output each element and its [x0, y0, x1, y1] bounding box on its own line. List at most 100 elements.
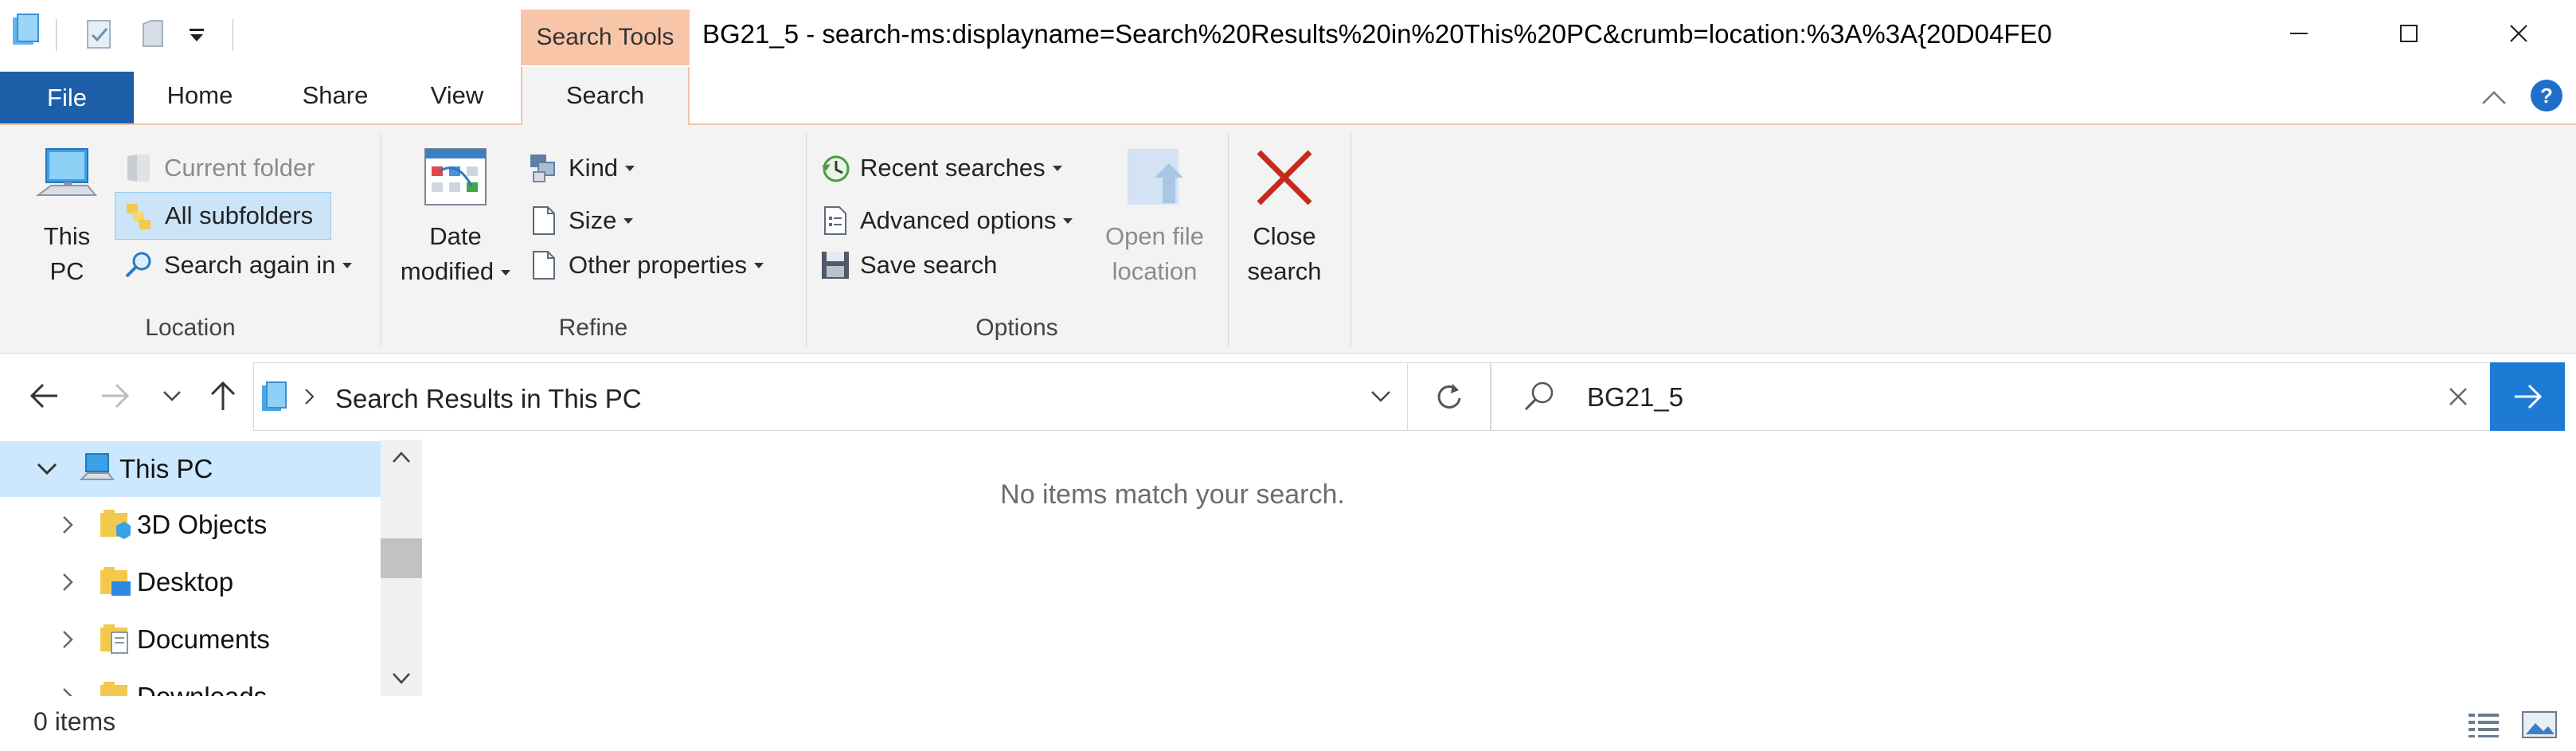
- search-field[interactable]: [1491, 362, 2491, 431]
- chevron-right-icon[interactable]: [56, 628, 80, 651]
- customize-qat-dropdown-icon[interactable]: [188, 27, 205, 47]
- this-pc-button[interactable]: This PC: [19, 146, 115, 289]
- recent-searches-label: Recent searches: [860, 154, 1046, 182]
- recent-locations-button[interactable]: [158, 378, 186, 413]
- kind-label: Kind: [569, 154, 619, 182]
- properties-check-icon[interactable]: [86, 19, 113, 53]
- address-bar[interactable]: Search Results in This PC: [253, 362, 1408, 431]
- chevron-down-icon[interactable]: [35, 457, 59, 481]
- search-location-icon: [259, 381, 291, 418]
- open-file-location-button[interactable]: Open file location: [1096, 146, 1214, 289]
- search-input[interactable]: [1587, 377, 2304, 417]
- address-history-dropdown[interactable]: [1369, 387, 1393, 410]
- advanced-options-button[interactable]: Advanced options: [820, 201, 1073, 240]
- save-search-button[interactable]: Save search: [820, 246, 997, 284]
- computer-icon: [36, 148, 98, 196]
- help-button[interactable]: ?: [2529, 78, 2564, 113]
- breadcrumb-separator-icon[interactable]: [302, 385, 318, 412]
- arrow-left-icon: [29, 383, 57, 409]
- tab-view[interactable]: View: [417, 67, 497, 124]
- minimize-ribbon-button[interactable]: [2478, 83, 2510, 111]
- other-properties-button[interactable]: Other properties: [529, 246, 764, 284]
- forward-button[interactable]: [94, 378, 135, 413]
- large-icons-view-icon: [2522, 711, 2557, 738]
- details-view-button[interactable]: [2467, 710, 2502, 739]
- tree-item-this-pc[interactable]: This PC: [0, 441, 381, 497]
- all-subfolders-label: All subfolders: [165, 201, 314, 229]
- arrow-right-icon: [2515, 384, 2543, 409]
- tree-item-label: Downloads: [137, 682, 267, 696]
- chevron-right-icon[interactable]: [56, 513, 80, 537]
- current-folder-label: Current folder: [164, 154, 315, 182]
- all-subfolders-icon: [125, 201, 155, 231]
- advanced-options-label: Advanced options: [860, 206, 1057, 234]
- new-folder-icon[interactable]: [140, 19, 167, 53]
- tree-item-label: Documents: [137, 624, 270, 654]
- explorer-app-icon[interactable]: [8, 13, 45, 53]
- tree-item-documents[interactable]: Documents: [0, 612, 381, 667]
- kind-button[interactable]: Kind: [529, 149, 635, 187]
- size-button[interactable]: Size: [529, 201, 634, 240]
- tree-item-desktop[interactable]: Desktop: [0, 554, 381, 610]
- downloads-folder-icon: [99, 680, 132, 696]
- open-file-location-icon: [1128, 149, 1183, 205]
- tab-home[interactable]: Home: [156, 67, 244, 124]
- ribbon: This PC Current folder All subfolders Se…: [0, 125, 2576, 354]
- all-subfolders-button[interactable]: All subfolders: [115, 192, 331, 240]
- close-window-button[interactable]: [2464, 0, 2574, 67]
- location-group-label: Location: [145, 315, 236, 341]
- tree-item-downloads[interactable]: Downloads: [0, 669, 381, 696]
- clear-search-button[interactable]: [2442, 381, 2474, 413]
- other-properties-label: Other properties: [569, 251, 747, 279]
- maximize-button[interactable]: [2354, 0, 2464, 67]
- ribbon-tabs: File Home Share View Search ?: [0, 67, 2576, 124]
- tab-search[interactable]: Search: [521, 67, 690, 124]
- refresh-icon: [1437, 384, 1461, 409]
- scroll-down-button[interactable]: [381, 661, 422, 696]
- close-search-button[interactable]: Close search: [1233, 146, 1336, 289]
- navigation-scrollbar[interactable]: [381, 440, 422, 696]
- arrow-up-icon: [210, 381, 236, 410]
- search-go-button[interactable]: [2490, 362, 2565, 431]
- calendar-icon: [424, 148, 487, 205]
- up-button[interactable]: [204, 378, 242, 413]
- recent-searches-button[interactable]: Recent searches: [820, 149, 1062, 187]
- tree-item-label: This PC: [119, 454, 213, 483]
- current-folder-icon: [124, 153, 154, 183]
- chevron-down-icon: [393, 673, 410, 684]
- refresh-button[interactable]: [1408, 362, 1491, 431]
- desktop-folder-icon: [99, 565, 132, 605]
- tab-file[interactable]: File: [0, 72, 134, 124]
- tree-item-label: Desktop: [137, 567, 234, 596]
- current-folder-button[interactable]: Current folder: [124, 149, 315, 187]
- file-list[interactable]: No items match your search.: [422, 440, 2576, 696]
- open-file-location-label-1: Open file: [1104, 222, 1205, 250]
- search-tools-contextual-label: Search Tools: [521, 10, 690, 65]
- dropdown-caret-icon: [754, 262, 764, 268]
- maximize-icon: [2400, 25, 2418, 42]
- tree-item-3d-objects[interactable]: 3D Objects: [0, 497, 381, 553]
- chevron-right-icon[interactable]: [56, 685, 80, 696]
- svg-text:?: ?: [2540, 84, 2553, 108]
- search-again-in-button[interactable]: Search again in: [124, 246, 353, 284]
- tab-share[interactable]: Share: [291, 67, 379, 124]
- advanced-options-icon: [820, 205, 850, 236]
- back-button[interactable]: [24, 378, 65, 413]
- this-pc-label-2: PC: [49, 257, 84, 285]
- dropdown-caret-icon: [1063, 217, 1073, 224]
- large-icons-view-button[interactable]: [2521, 709, 2559, 741]
- group-separator: [1228, 133, 1229, 346]
- title-bar: Search Tools BG21_5 - search-ms:displayn…: [0, 0, 2576, 72]
- chevron-right-icon[interactable]: [56, 570, 80, 594]
- minimize-button[interactable]: [2244, 0, 2354, 67]
- dropdown-caret-icon: [1052, 165, 1062, 171]
- arrow-right-icon: [102, 383, 130, 409]
- scroll-up-button[interactable]: [381, 440, 422, 475]
- date-modified-button[interactable]: Date modified: [389, 146, 522, 289]
- date-modified-label-2: modified: [400, 257, 494, 285]
- status-bar: 0 items: [0, 696, 2576, 751]
- empty-results-message: No items match your search.: [1000, 479, 1345, 510]
- minimize-icon: [2290, 33, 2308, 34]
- scrollbar-thumb[interactable]: [381, 538, 422, 578]
- breadcrumb-search-results[interactable]: Search Results in This PC: [335, 384, 642, 414]
